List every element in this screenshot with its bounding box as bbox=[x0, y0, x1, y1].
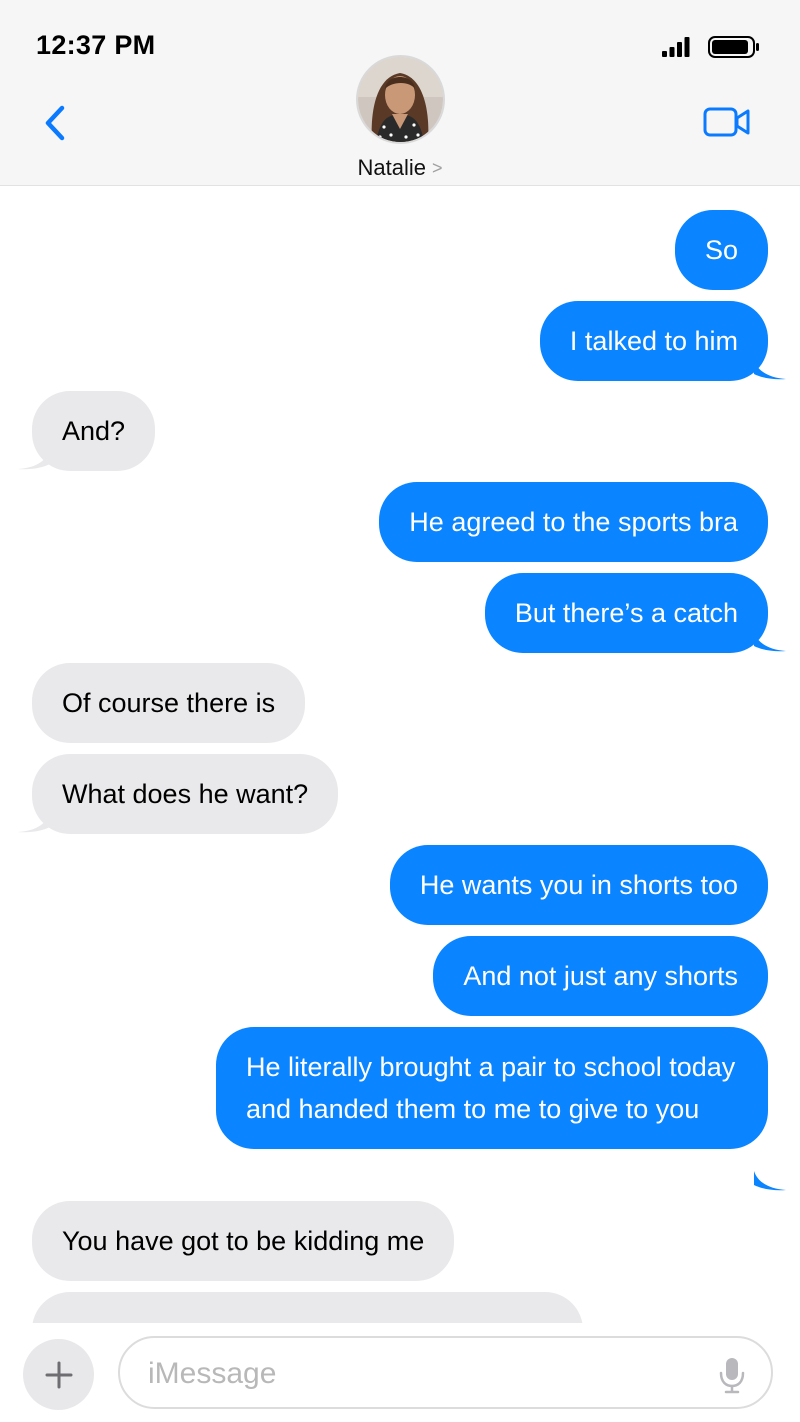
message-list[interactable]: So I talked to him And? He agreed to the… bbox=[0, 187, 800, 1323]
avatar-photo bbox=[358, 57, 443, 142]
bubble-tail bbox=[754, 360, 786, 380]
message-composer: iMessage bbox=[0, 1323, 800, 1422]
contact-avatar[interactable] bbox=[356, 55, 445, 144]
message-bubble-outgoing[interactable]: So bbox=[674, 210, 768, 290]
microphone-icon[interactable] bbox=[719, 1356, 745, 1394]
video-camera-icon[interactable] bbox=[703, 106, 751, 138]
conversation-header: 12:37 PM Natalie > bbox=[0, 0, 800, 186]
chevron-right-icon: > bbox=[431, 158, 443, 178]
message-bubble-incoming[interactable]: What does he want? bbox=[32, 754, 339, 834]
input-placeholder: iMessage bbox=[148, 1357, 277, 1390]
battery-icon bbox=[708, 36, 759, 58]
bubble-tail bbox=[754, 632, 786, 652]
message-bubble-outgoing[interactable]: He literally brought a pair to school to… bbox=[216, 1027, 768, 1149]
add-attachment-button[interactable] bbox=[23, 1339, 94, 1410]
message-bubble-incoming[interactable]: Of course there is bbox=[32, 663, 306, 743]
message-bubble-outgoing[interactable]: He wants you in shorts too bbox=[389, 845, 768, 925]
message-bubble-outgoing[interactable]: And not just any shorts bbox=[433, 936, 768, 1016]
bubble-tail bbox=[754, 1171, 786, 1191]
bubble-tail bbox=[18, 813, 50, 833]
chevron-left-icon[interactable] bbox=[40, 104, 70, 142]
contact-name: Natalie bbox=[357, 155, 426, 180]
message-bubble-incoming[interactable]: And? bbox=[32, 391, 156, 471]
contact-name-button[interactable]: Natalie > bbox=[0, 155, 800, 181]
message-bubble-outgoing[interactable]: I talked to him bbox=[539, 301, 768, 381]
message-bubble-outgoing[interactable]: He agreed to the sports bra bbox=[379, 482, 768, 562]
plus-icon bbox=[45, 1361, 72, 1388]
status-time: 12:37 PM bbox=[36, 30, 156, 60]
message-bubble-incoming[interactable]: You have got to be kidding me bbox=[32, 1201, 455, 1281]
cell-signal-icon bbox=[662, 37, 690, 57]
message-bubble-incoming[interactable] bbox=[32, 1292, 583, 1323]
bubble-tail bbox=[18, 450, 50, 470]
imessage-input[interactable]: iMessage bbox=[118, 1336, 773, 1409]
message-bubble-outgoing[interactable]: But there’s a catch bbox=[484, 573, 768, 653]
